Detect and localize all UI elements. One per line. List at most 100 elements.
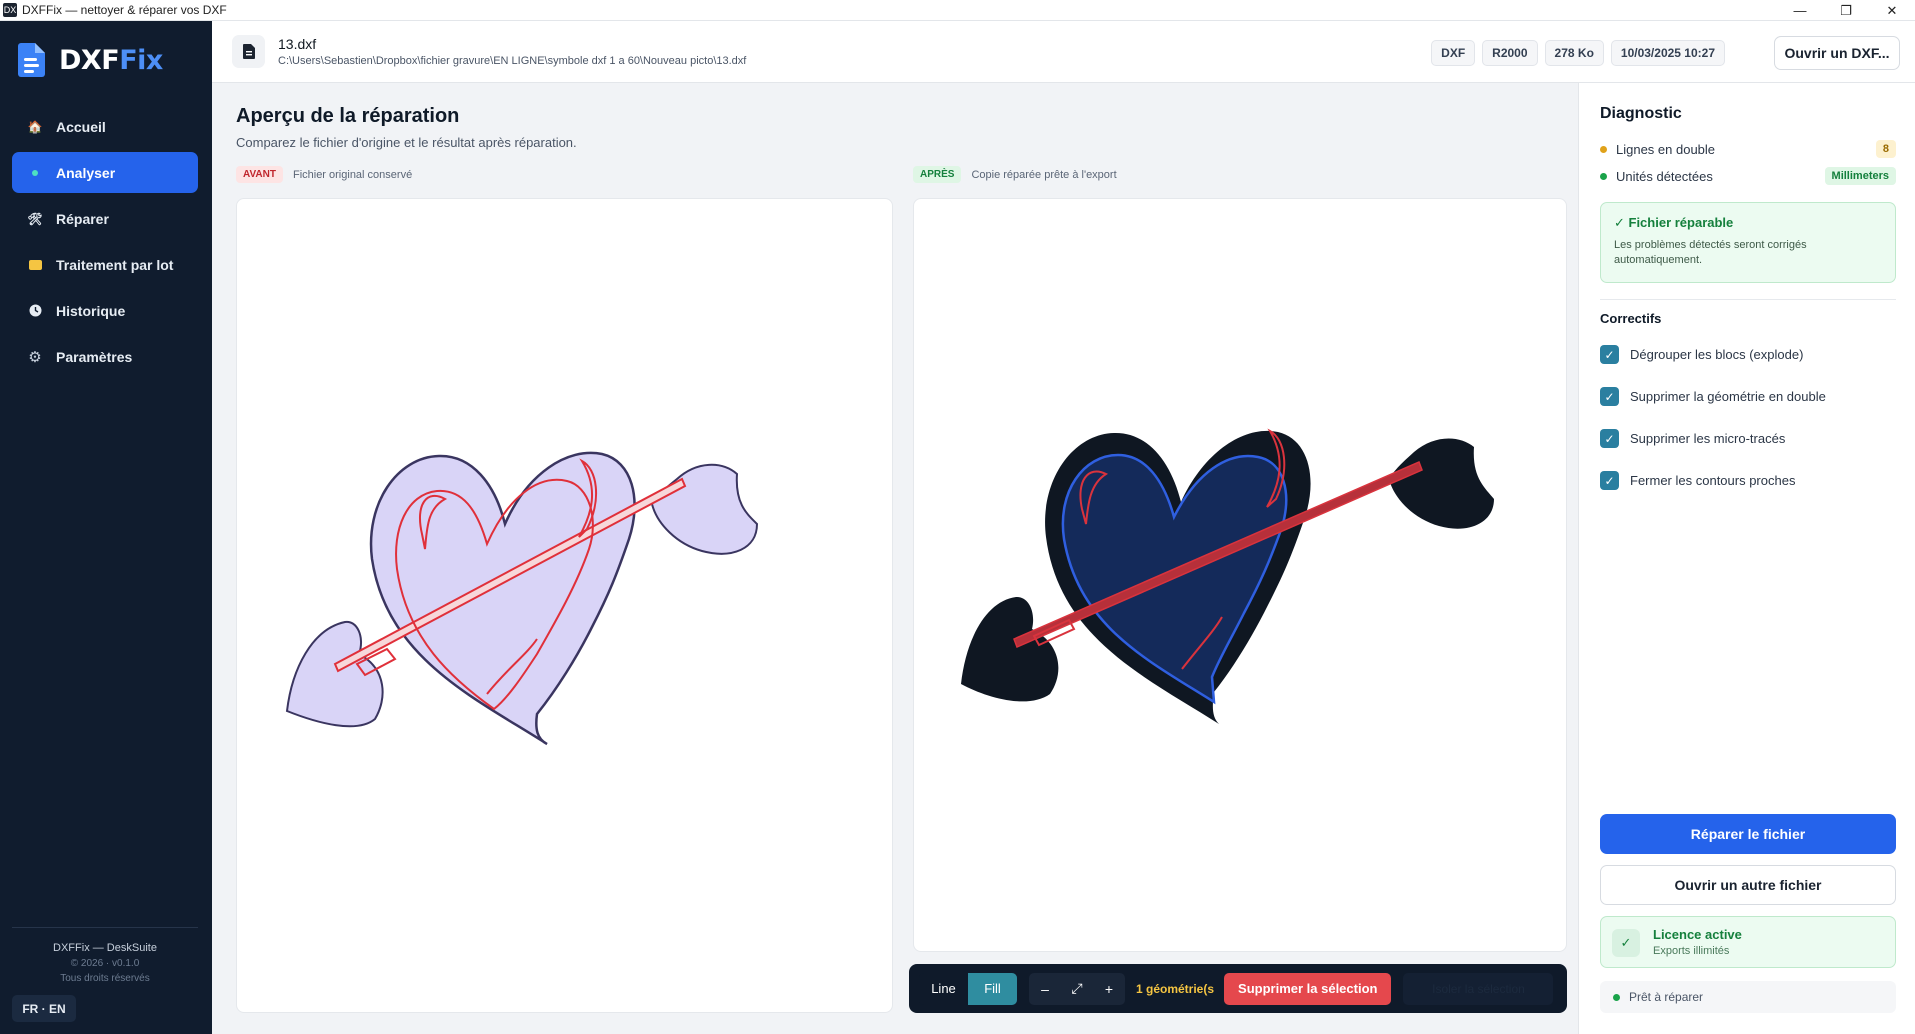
file-path: C:\Users\Sebastien\Dropbox\fichier gravu… <box>278 55 747 67</box>
sidebar-item-parametres[interactable]: ⚙ Paramètres <box>12 336 198 377</box>
status-text: Prêt à réparer <box>1629 990 1704 1004</box>
fix-explode-blocks[interactable]: ✓ Dégrouper les blocs (explode) <box>1600 345 1803 364</box>
open-dxf-button[interactable]: Ouvrir un DXF... <box>1774 36 1900 70</box>
sidebar-item-label: Accueil <box>56 118 106 135</box>
sidebar-item-label: Paramètres <box>56 348 133 365</box>
window-titlebar: DX DXFFix — nettoyer & réparer vos DXF —… <box>0 0 1915 21</box>
sidebar-nav: 🏠 Accueil Analyser 🛠 Réparer Traitement … <box>12 106 198 382</box>
divider <box>1600 299 1896 300</box>
license-title: Licence active <box>1653 927 1742 942</box>
fix-label: Dégrouper les blocs (explode) <box>1630 347 1804 362</box>
checkbox-checked-icon[interactable]: ✓ <box>1600 387 1619 406</box>
home-icon: 🏠 <box>27 119 43 134</box>
status-dot-icon <box>1613 993 1620 1001</box>
file-name: 13.dxf <box>278 36 317 52</box>
duplicate-count-badge: 8 <box>1875 140 1896 158</box>
app-logo[interactable]: DXFFix <box>18 43 163 77</box>
gear-icon: ⚙ <box>28 348 42 366</box>
file-meta-badges: DXF R2000 278 Ko 10/03/2025 10:27 <box>1431 40 1725 66</box>
zoom-controls: – ⤢ + <box>1029 972 1125 1005</box>
window-controls: — ❐ ✕ <box>1777 0 1915 21</box>
before-description: Fichier original conservé <box>292 168 413 181</box>
analyze-dot-icon <box>27 165 43 181</box>
after-header: APRÈS Copie réparée prête à l'export <box>913 166 1117 183</box>
tools-icon: 🛠 <box>27 211 43 226</box>
status-bar: Prêt à réparer <box>1600 981 1896 1013</box>
page-title: Aperçu de la réparation <box>236 105 460 127</box>
before-header: AVANT Fichier original conservé <box>236 166 412 183</box>
line-mode-button[interactable]: Line <box>919 972 968 1005</box>
main-content: Aperçu de la réparation Comparez le fich… <box>212 83 1578 1034</box>
before-tag: AVANT <box>236 166 283 183</box>
close-button[interactable]: ✕ <box>1869 0 1915 21</box>
page-subtitle: Comparez le fichier d'origine et le résu… <box>236 135 577 150</box>
repair-file-button[interactable]: Réparer le fichier <box>1600 814 1896 854</box>
checkbox-checked-icon[interactable]: ✓ <box>1600 429 1619 448</box>
after-tag: APRÈS <box>913 166 962 183</box>
ok-dot-icon <box>1600 172 1607 180</box>
fix-label: Fermer les contours proches <box>1630 473 1796 488</box>
fill-mode-button[interactable]: Fill <box>968 972 1017 1005</box>
after-drawing <box>961 428 1494 724</box>
diagnostic-label: Unités détectées <box>1616 168 1713 184</box>
app-icon: DX <box>3 3 17 17</box>
version-badge: R2000 <box>1482 40 1538 66</box>
fit-view-icon[interactable]: ⤢ <box>1061 973 1093 1005</box>
zoom-out-button[interactable]: – <box>1029 973 1061 1005</box>
diagnostic-row-units: Unités détectées Millimeters <box>1600 165 1896 187</box>
document-logo-icon <box>18 43 45 77</box>
footer-app-name: DXFFix — DeskSuite <box>53 942 157 954</box>
maximize-button[interactable]: ❐ <box>1823 0 1869 21</box>
fix-remove-micro-paths[interactable]: ✓ Supprimer les micro-tracés <box>1600 429 1785 448</box>
fixes-title: Correctifs <box>1600 311 1662 326</box>
diagnostic-row-duplicates: Lignes en double 8 <box>1600 138 1896 160</box>
before-preview-canvas[interactable] <box>236 198 893 1013</box>
footer-version: © 2026 · v0.1.0 <box>70 958 140 969</box>
diagnostic-panel: Diagnostic Lignes en double 8 Unités dét… <box>1578 83 1915 1034</box>
repairable-status-card: ✓ Fichier réparable Les problèmes détect… <box>1600 202 1896 283</box>
delete-selection-button[interactable]: Supprimer la sélection <box>1224 972 1392 1005</box>
license-description: Exports illimités <box>1653 945 1730 957</box>
sidebar: DXFFix 🏠 Accueil Analyser 🛠 Réparer Trai… <box>0 21 212 1034</box>
before-arrow-head <box>650 463 759 555</box>
folder-icon <box>27 257 43 273</box>
date-badge: 10/03/2025 10:27 <box>1610 40 1725 66</box>
sidebar-item-label: Analyser <box>56 164 116 181</box>
sidebar-item-analyser[interactable]: Analyser <box>12 152 198 193</box>
diagnostic-title: Diagnostic <box>1600 105 1682 122</box>
clock-icon <box>27 303 43 319</box>
after-preview-canvas[interactable] <box>913 198 1567 952</box>
app-logo-text: DXFFix <box>59 44 163 76</box>
before-drawing <box>285 451 759 746</box>
language-toggle[interactable]: FR · EN <box>12 995 76 1022</box>
sidebar-item-label: Traitement par lot <box>56 256 174 273</box>
sidebar-item-traitement-par-lot[interactable]: Traitement par lot <box>12 244 198 285</box>
fix-remove-duplicates[interactable]: ✓ Supprimer la géométrie en double <box>1600 387 1826 406</box>
after-arrow-head <box>1389 438 1494 529</box>
sidebar-item-label: Historique <box>56 302 126 319</box>
units-badge: Millimeters <box>1824 167 1896 185</box>
sidebar-footer: DXFFix — DeskSuite © 2026 · v0.1.0 Tous … <box>12 927 198 984</box>
file-header: 13.dxf C:\Users\Sebastien\Dropbox\fichie… <box>212 21 1915 83</box>
checkbox-checked-icon[interactable]: ✓ <box>1600 471 1619 490</box>
open-other-file-button[interactable]: Ouvrir un autre fichier <box>1600 865 1896 905</box>
sidebar-item-label: Réparer <box>56 210 109 227</box>
sidebar-item-accueil[interactable]: 🏠 Accueil <box>12 106 198 147</box>
minimize-button[interactable]: — <box>1777 0 1823 21</box>
zoom-in-button[interactable]: + <box>1093 973 1125 1005</box>
after-arrow-tail <box>961 596 1059 702</box>
format-badge: DXF <box>1431 40 1476 66</box>
file-icon <box>232 35 265 68</box>
preview-toolbar: Line Fill – ⤢ + 1 géométrie(s Supprimer … <box>909 964 1567 1013</box>
sidebar-item-reparer[interactable]: 🛠 Réparer <box>12 198 198 239</box>
window-title: DXFFix — nettoyer & réparer vos DXF <box>22 3 227 17</box>
repairable-description: Les problèmes détectés seront corrigés a… <box>1614 239 1807 266</box>
hidden-toolbar-button[interactable]: Isoler la sélection <box>1403 972 1554 1005</box>
checkbox-checked-icon[interactable]: ✓ <box>1600 345 1619 364</box>
render-mode-toggle: Line Fill <box>919 972 1017 1005</box>
diagnostic-label: Lignes en double <box>1616 141 1716 157</box>
fix-close-contours[interactable]: ✓ Fermer les contours proches <box>1600 471 1795 490</box>
size-badge: 278 Ko <box>1544 40 1604 66</box>
fix-label: Supprimer les micro-tracés <box>1630 431 1786 446</box>
sidebar-item-historique[interactable]: Historique <box>12 290 198 331</box>
